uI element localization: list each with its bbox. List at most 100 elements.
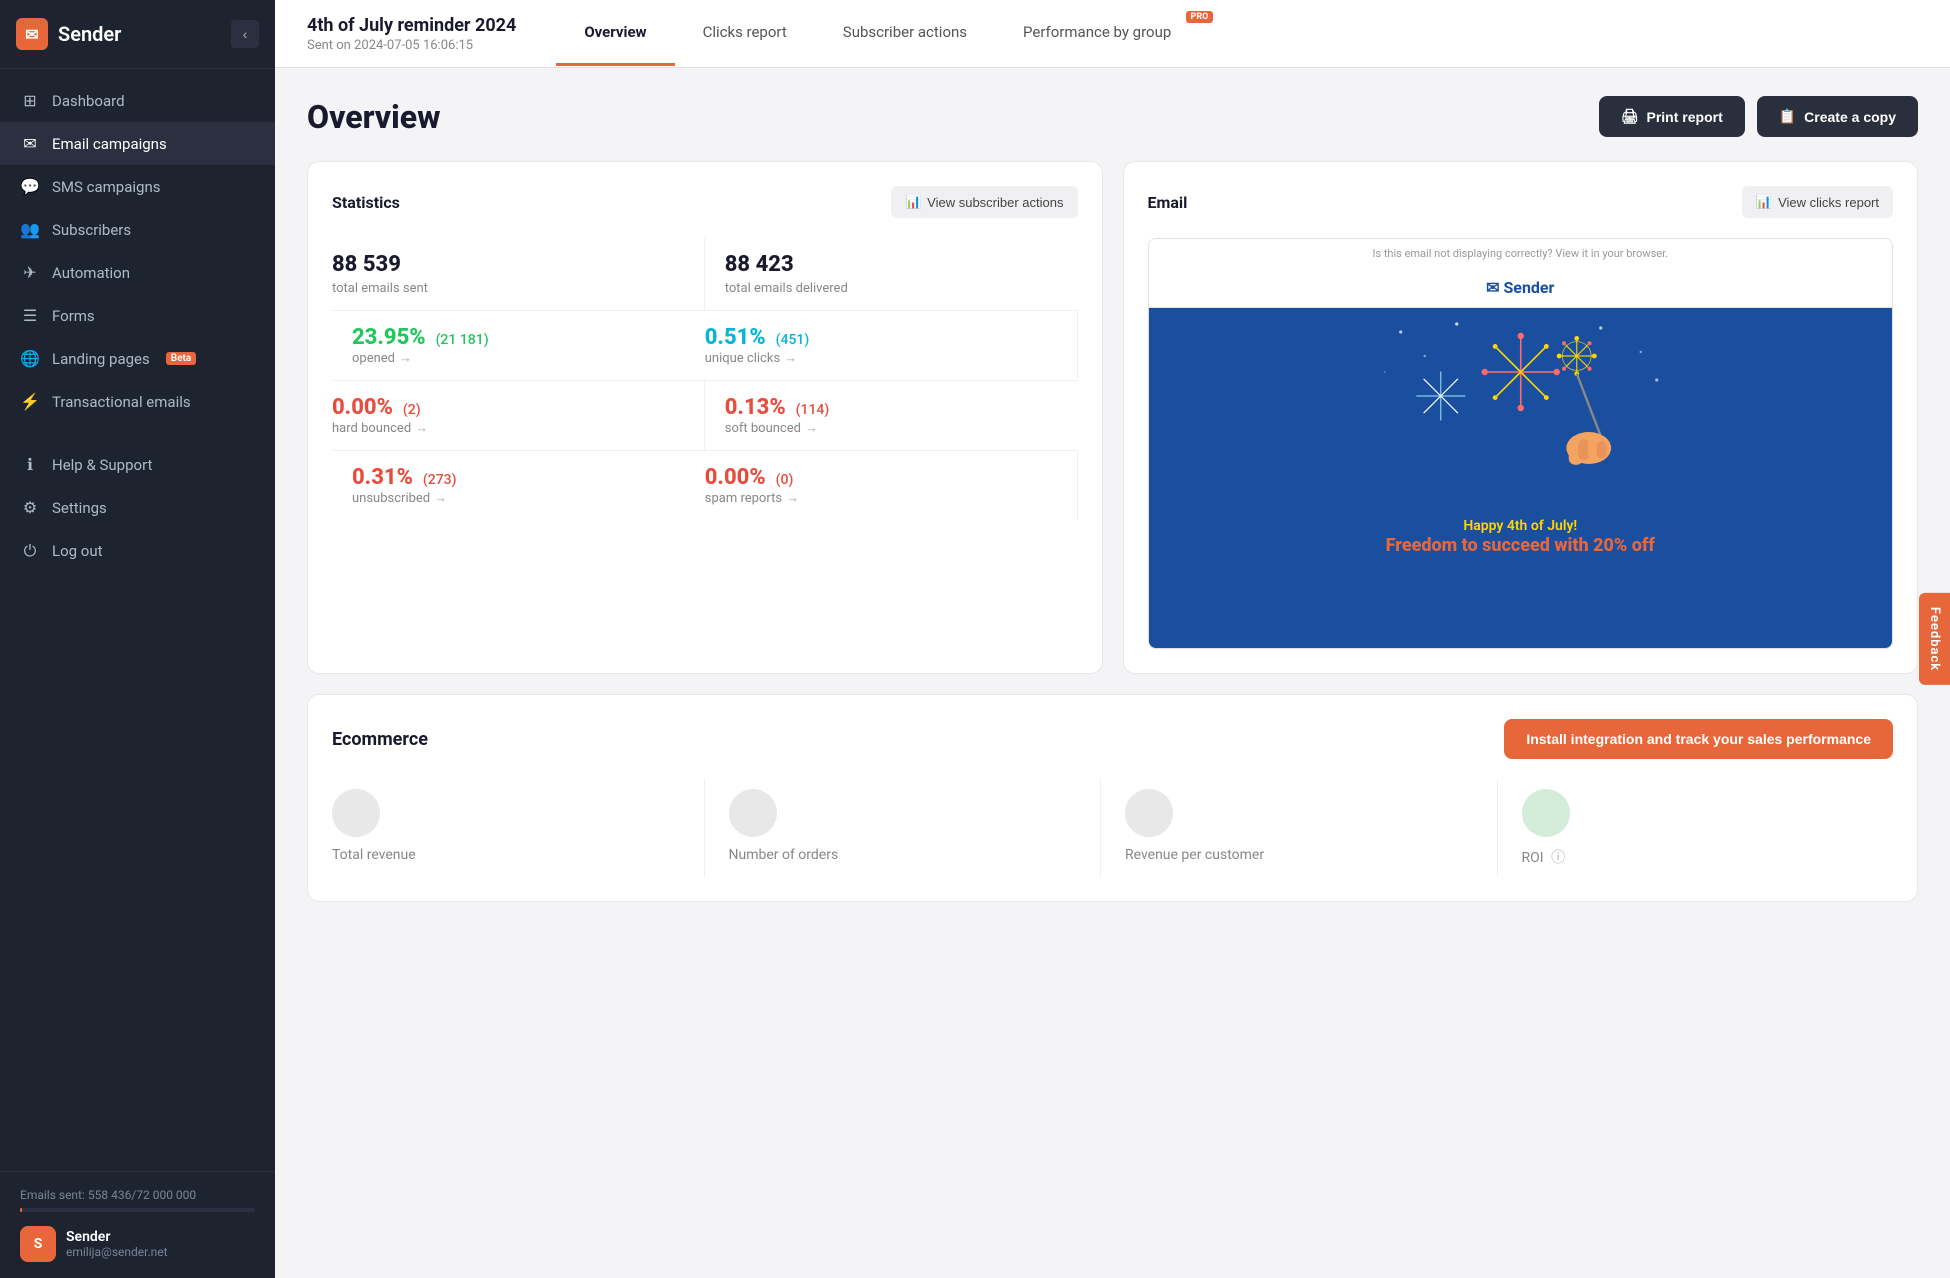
cards-row: Statistics 📊 View subscriber actions 88 …	[307, 161, 1918, 674]
content-area: Overview 🖨 Print report 📋 Create a copy …	[275, 68, 1950, 1278]
main-content: 4th of July reminder 2024 Sent on 2024-0…	[275, 0, 1950, 1278]
user-profile[interactable]: S Sender emilija@sender.net	[20, 1226, 255, 1262]
statistics-card-title: Statistics	[332, 193, 400, 212]
opened-count: (21 181)	[436, 332, 489, 348]
sidebar-item-label: SMS campaigns	[52, 178, 160, 196]
sidebar-item-forms[interactable]: ☰ Forms	[0, 294, 275, 337]
settings-icon: ⚙	[20, 498, 40, 517]
email-preview: Is this email not displaying correctly? …	[1148, 238, 1894, 649]
total-delivered-value: 88 423	[725, 252, 1078, 277]
metric-label: Revenue per customer	[1125, 847, 1497, 863]
email-card-title: Email	[1148, 193, 1188, 212]
chart-icon: 📊	[905, 194, 921, 210]
opened-pct: 23.95%	[352, 325, 426, 350]
sidebar-item-automation[interactable]: ✈ Automation	[0, 251, 275, 294]
sidebar-item-help[interactable]: ℹ Help & Support	[0, 443, 275, 486]
fireworks-illustration	[1149, 308, 1893, 508]
page-title: Overview	[307, 98, 441, 136]
tab-performance-by-group[interactable]: Performance by group PRO	[995, 1, 1221, 66]
sidebar-item-label: Dashboard	[52, 92, 125, 110]
sidebar-item-subscribers[interactable]: 👥 Subscribers	[0, 208, 275, 251]
stat-unique-clicks: 0.51% (451) unique clicks →	[705, 311, 1078, 380]
emails-sent-label: Emails sent: 558 436/72 000 000	[20, 1188, 255, 1202]
total-delivered-label: total emails delivered	[725, 281, 1078, 296]
sidebar-item-label: Automation	[52, 264, 130, 282]
unsubscribed-count: (273)	[423, 472, 457, 488]
tab-clicks-report[interactable]: Clicks report	[675, 1, 815, 66]
unique-clicks-label: unique clicks →	[705, 350, 1057, 366]
app-name: Sender	[58, 22, 121, 46]
ecommerce-header: Ecommerce Install integration and track …	[332, 719, 1893, 759]
metric-circle	[1522, 789, 1570, 837]
sidebar-logo: ✉ Sender	[16, 18, 121, 50]
email-preview-top-bar: Is this email not displaying correctly? …	[1149, 239, 1893, 268]
sidebar-item-label: Settings	[52, 499, 107, 517]
email-campaigns-icon: ✉	[20, 134, 40, 153]
dashboard-icon: ⊞	[20, 91, 40, 110]
spam-count: (0)	[776, 472, 794, 488]
hard-bounced-label: hard bounced →	[332, 420, 684, 436]
campaign-info: 4th of July reminder 2024 Sent on 2024-0…	[307, 15, 516, 53]
arrow-icon: →	[784, 350, 797, 366]
header-actions: 🖨 Print report 📋 Create a copy	[1599, 96, 1918, 137]
create-copy-button[interactable]: 📋 Create a copy	[1757, 96, 1918, 137]
collapse-sidebar-button[interactable]: ‹	[231, 20, 259, 48]
sidebar-item-sms-campaigns[interactable]: 💬 SMS campaigns	[0, 165, 275, 208]
logout-icon: ⏻	[20, 541, 40, 561]
emails-sent-progress-bar	[20, 1208, 255, 1212]
metric-number-of-orders: Number of orders	[704, 779, 1101, 877]
landing-pages-icon: 🌐	[20, 349, 40, 368]
metric-roi: ROI ⓘ	[1497, 779, 1894, 877]
statistics-card-header: Statistics 📊 View subscriber actions	[332, 186, 1078, 218]
sidebar-header: ✉ Sender ‹	[0, 0, 275, 69]
sidebar-item-settings[interactable]: ⚙ Settings	[0, 486, 275, 529]
hard-bounced-count: (2)	[403, 402, 421, 418]
stat-opened: 23.95% (21 181) opened →	[332, 311, 705, 380]
sidebar-item-label: Email campaigns	[52, 135, 167, 153]
arrow-icon: →	[805, 420, 818, 436]
stat-unsubscribed: 0.31% (273) unsubscribed →	[332, 451, 705, 520]
tab-subscriber-actions[interactable]: Subscriber actions	[815, 1, 995, 66]
user-name: Sender	[66, 1229, 168, 1245]
spam-label: spam reports →	[705, 490, 1057, 506]
arrow-icon: →	[415, 420, 428, 436]
pro-badge: PRO	[1186, 11, 1214, 23]
email-card-header: Email 📊 View clicks report	[1148, 186, 1894, 218]
stat-spam: 0.00% (0) spam reports →	[705, 451, 1078, 520]
total-sent-label: total emails sent	[332, 281, 684, 296]
feedback-tab[interactable]: Feedback	[1919, 593, 1950, 685]
content-header: Overview 🖨 Print report 📋 Create a copy	[307, 96, 1918, 137]
user-email: emilija@sender.net	[66, 1245, 168, 1259]
sidebar-footer: Emails sent: 558 436/72 000 000 S Sender…	[0, 1171, 275, 1278]
emails-sent-bar-fill	[20, 1208, 22, 1212]
freedom-text: Freedom to succeed with 20% off	[1386, 534, 1655, 557]
metric-label: Total revenue	[332, 847, 704, 863]
statistics-grid: 88 539 total emails sent 88 423 total em…	[332, 238, 1078, 520]
install-integration-button[interactable]: Install integration and track your sales…	[1504, 719, 1893, 759]
view-subscriber-actions-button[interactable]: 📊 View subscriber actions	[891, 186, 1078, 218]
sidebar: ✉ Sender ‹ ⊞ Dashboard ✉ Email campaigns…	[0, 0, 275, 1278]
subscribers-icon: 👥	[20, 220, 40, 239]
soft-bounced-count: (114)	[796, 402, 830, 418]
sidebar-item-email-campaigns[interactable]: ✉ Email campaigns	[0, 122, 275, 165]
email-text: Happy 4th of July! Freedom to succeed wi…	[1376, 508, 1665, 567]
happy-text: Happy 4th of July!	[1386, 518, 1655, 534]
sidebar-item-logout[interactable]: ⏻ Log out	[0, 529, 275, 573]
metric-circle	[729, 789, 777, 837]
copy-icon: 📋	[1779, 108, 1796, 125]
forms-icon: ☰	[20, 306, 40, 325]
opened-label: opened →	[352, 350, 705, 366]
top-bar: 4th of July reminder 2024 Sent on 2024-0…	[275, 0, 1950, 68]
tab-overview[interactable]: Overview	[556, 1, 674, 66]
view-clicks-report-button[interactable]: 📊 View clicks report	[1742, 186, 1893, 218]
print-report-button[interactable]: 🖨 Print report	[1599, 96, 1745, 137]
sidebar-item-dashboard[interactable]: ⊞ Dashboard	[0, 79, 275, 122]
sidebar-item-transactional-emails[interactable]: ⚡ Transactional emails	[0, 380, 275, 423]
unsubscribed-pct: 0.31%	[352, 465, 413, 490]
email-card: Email 📊 View clicks report Is this email…	[1123, 161, 1919, 674]
metric-revenue-per-customer: Revenue per customer	[1100, 779, 1497, 877]
sidebar-nav: ⊞ Dashboard ✉ Email campaigns 💬 SMS camp…	[0, 69, 275, 1171]
sidebar-item-landing-pages[interactable]: 🌐 Landing pages Beta	[0, 337, 275, 380]
automation-icon: ✈	[20, 263, 40, 282]
info-icon: ⓘ	[1551, 850, 1565, 866]
